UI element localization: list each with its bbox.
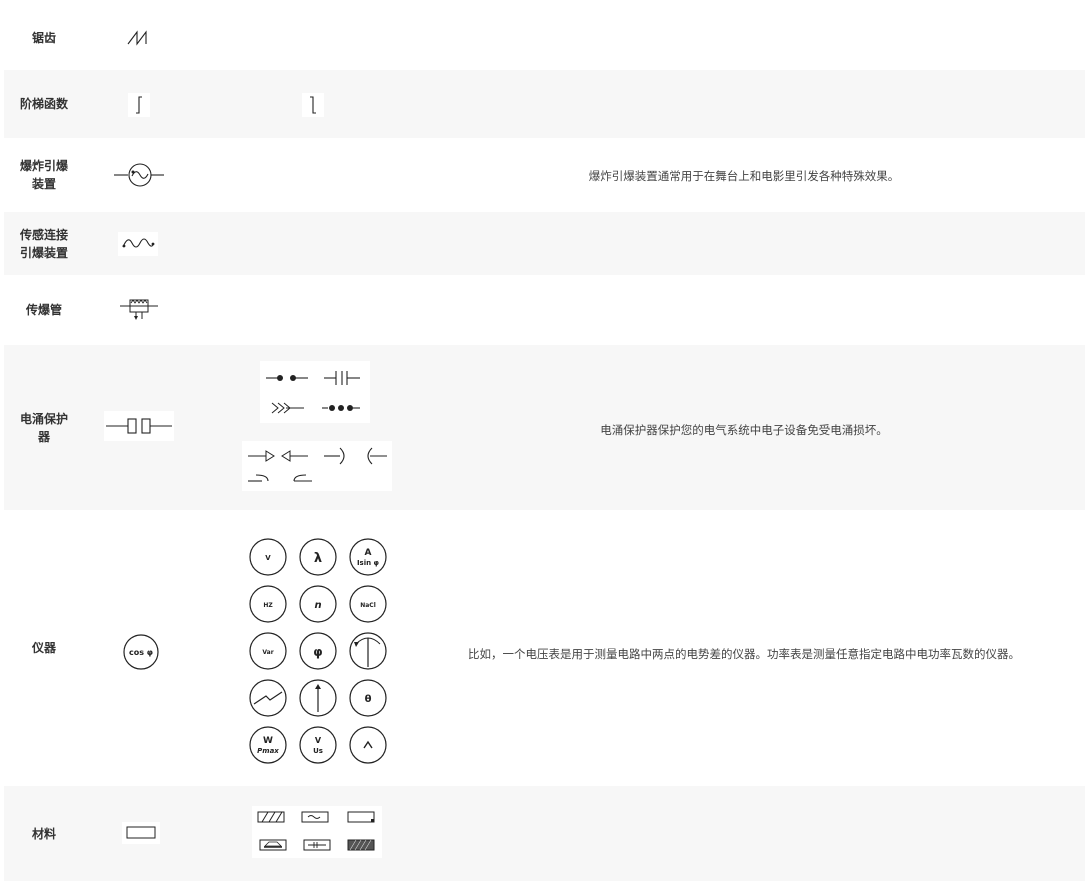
table-row: 阶梯函数 <box>4 70 1085 138</box>
meter-phi-label: φ <box>313 645 322 659</box>
symbol-table-page: 锯齿 阶梯函数 爆炸引爆 装置 爆炸引爆装置通常用于在舞台上和电影里引发各种特殊… <box>0 0 1089 883</box>
surge-arrows-icon <box>242 441 392 491</box>
meter-v-label: V <box>265 554 271 562</box>
meter-pmax-label: Pmax <box>257 747 279 755</box>
table-row: 锯齿 <box>4 5 1085 70</box>
instrument-icon: cos φ <box>120 634 162 670</box>
material-icon <box>122 822 160 844</box>
table-row: 仪器 cos φ V λ A Isin φ HZ n NaCl Var φ θ … <box>4 510 1085 786</box>
row-description-explosive: 爆炸引爆装置通常用于在舞台上和电影里引发各种特殊效果。 <box>588 169 900 183</box>
meter-v2-label: V <box>315 736 322 745</box>
meter-hz-label: HZ <box>263 602 273 609</box>
material-variants-icon <box>252 806 382 858</box>
row-label-sensor-line2: 引爆装置 <box>19 245 68 260</box>
sensor-detonator-icon <box>118 232 158 256</box>
sawtooth-icon <box>122 27 156 49</box>
meter-var-label: Var <box>262 649 273 656</box>
meter-us-label: Us <box>313 747 323 755</box>
table-row: 爆炸引爆 装置 爆炸引爆装置通常用于在舞台上和电影里引发各种特殊效果。 <box>4 138 1085 212</box>
meter-n-label: n <box>314 600 321 611</box>
meter-sin-phi-label: Isin φ <box>357 559 380 567</box>
detonating-tube-icon <box>116 293 162 323</box>
row-description-instrument: 比如，一个电压表是用于测量电路中两点的电势差的仪器。功率表是测量任意指定电路中电… <box>468 647 1020 661</box>
step-up-icon <box>128 93 150 117</box>
row-label-instrument: 仪器 <box>31 641 56 655</box>
meter-lambda-label: λ <box>314 551 322 566</box>
row-label-surge-line1: 电涌保护 <box>19 411 68 426</box>
meter-grid: V λ A Isin φ HZ n NaCl Var φ θ W Pmax V … <box>242 534 392 766</box>
meter-theta-label: θ <box>365 694 372 705</box>
surge-protector-icon <box>104 411 174 441</box>
meter-a-label: A <box>365 548 372 558</box>
row-description-surge: 电涌保护器保护您的电气系统中电子设备免受电涌损坏。 <box>600 423 888 437</box>
explosive-detonator-icon <box>108 158 168 192</box>
row-label-sawtooth: 锯齿 <box>31 30 56 45</box>
table-row: 传感连接 引爆装置 <box>4 212 1085 275</box>
row-label-explosive-line2: 装置 <box>31 177 56 191</box>
row-label-step-function: 阶梯函数 <box>19 97 68 111</box>
row-label-detonating-tube: 传爆管 <box>25 303 62 317</box>
meter-w-label: W <box>263 736 273 746</box>
table-row: 传爆管 <box>4 275 1085 345</box>
row-label-sensor-line1: 传感连接 <box>19 227 68 242</box>
meter-nacl-label: NaCl <box>360 602 376 609</box>
row-label-surge-line2: 器 <box>37 429 50 444</box>
cos-phi-label: cos φ <box>129 648 153 657</box>
step-down-icon <box>302 93 324 117</box>
table-row: 材料 <box>4 786 1085 881</box>
row-label-material: 材料 <box>31 826 56 841</box>
row-label-explosive-line1: 爆炸引爆 <box>19 159 68 173</box>
table-row: 电涌保护 器 电涌保护器保护您的电气系统中电子设备免受电涌损坏。 <box>4 345 1085 510</box>
surge-variants-icon <box>260 361 370 423</box>
